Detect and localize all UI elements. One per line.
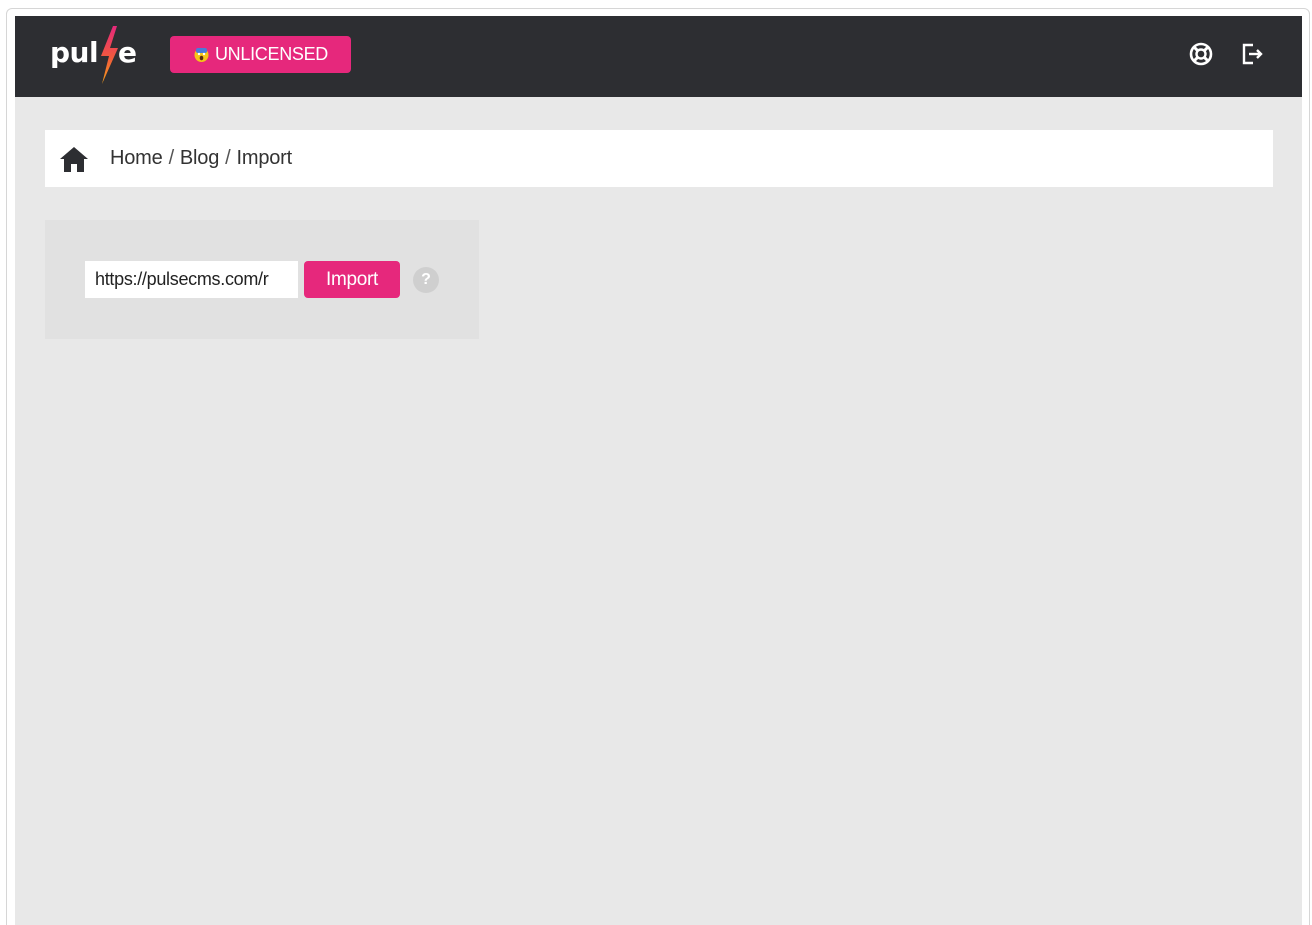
logo-text-right: e [118, 36, 137, 69]
breadcrumb-import: Import [236, 147, 293, 169]
badge-label: UNLICENSED [214, 44, 329, 64]
breadcrumb-separator: / [168, 147, 175, 169]
breadcrumb-separator: / [225, 147, 231, 169]
breadcrumb: Home / Blog / Import [45, 130, 1273, 187]
help-icon[interactable]: ? [413, 267, 439, 293]
help-glyph: ? [421, 271, 431, 288]
home-icon[interactable] [59, 144, 89, 174]
import-button[interactable]: Import [304, 261, 400, 298]
import-url-input[interactable] [85, 261, 298, 298]
logout-icon[interactable] [1238, 40, 1266, 68]
import-panel: Import ? [45, 220, 479, 339]
pulse-logo[interactable]: pul e [50, 26, 150, 84]
breadcrumb-home[interactable]: Home [110, 147, 163, 169]
breadcrumb-blog[interactable]: Blog [180, 147, 219, 169]
breadcrumb-trail: Home / Blog / Import [110, 147, 292, 170]
unlicensed-badge[interactable]: UNLICENSED [170, 36, 351, 73]
top-navbar: pul e UNLICENSED [15, 16, 1302, 97]
screaming-face-icon [193, 46, 210, 63]
logo-text-left: pul [50, 36, 99, 69]
app-container: pul e UNLICENSED Home / Blog / Import ht… [15, 16, 1302, 925]
lifebuoy-icon[interactable] [1187, 40, 1215, 68]
lightning-bolt-icon [101, 26, 118, 84]
